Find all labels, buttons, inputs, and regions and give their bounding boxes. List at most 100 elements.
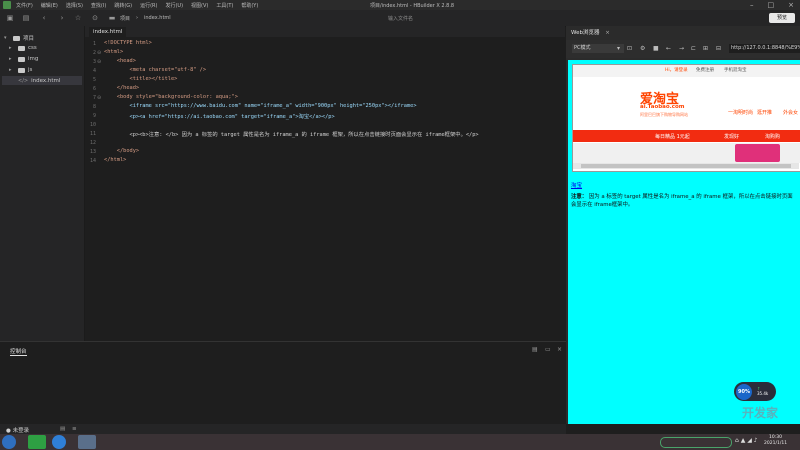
folder-icon[interactable]: ▬ — [108, 14, 116, 22]
url-input[interactable]: http://127.0.0.1:8848/%E9% — [729, 44, 800, 53]
tree-item-img[interactable]: ▸ img — [9, 56, 38, 62]
tree-item-label: 项目 — [23, 36, 35, 42]
menu-select[interactable]: 选择(S) — [66, 2, 83, 9]
menu-publish[interactable]: 发行(U) — [165, 2, 183, 9]
stop-icon[interactable]: ■ — [653, 45, 659, 52]
maximize-panel-icon[interactable]: ▭ — [545, 346, 551, 353]
code-editor[interactable] — [85, 37, 565, 341]
scrollbar-thumb[interactable] — [581, 164, 791, 168]
status-bar: ● 未登录 ▤ ≡ — [0, 424, 566, 434]
close-icon[interactable]: × — [788, 1, 794, 9]
tab-web-browser-label: Web浏览器 — [571, 30, 600, 36]
chevron-right-icon: ▸ — [9, 56, 12, 62]
note-text: 因为 a 标签的 target 属性是名为 iframe_a 的 iframe … — [571, 194, 793, 208]
code-line-4: <meta charset="utf-8" /> — [104, 67, 207, 73]
forward-icon[interactable]: → — [679, 45, 684, 52]
notification-icon[interactable]: ▤ — [60, 426, 65, 432]
login-link[interactable]: Hi，请登录 — [665, 67, 688, 73]
chevron-right-icon: ▸ — [9, 67, 12, 73]
app-logo-icon — [3, 1, 11, 9]
start-menu-icon[interactable] — [2, 435, 16, 449]
menu-edit[interactable]: 编辑(E) — [41, 2, 58, 9]
fold-icon[interactable]: ⊖ — [97, 50, 101, 56]
iframe-link[interactable]: 逛开推 — [757, 109, 772, 116]
new-file-icon[interactable]: ▣ — [6, 14, 14, 22]
preview-button[interactable]: 预览 — [769, 13, 795, 23]
menu-bar: 文件(F) 编辑(E) 选择(S) 查找(I) 跳转(G) 运行(R) 发行(U… — [16, 2, 258, 9]
forward-icon[interactable]: › — [58, 14, 66, 22]
refresh-icon[interactable]: ⊏ — [691, 45, 696, 52]
save-icon[interactable]: ▤ — [22, 14, 30, 22]
clear-console-icon[interactable]: ▤ — [532, 346, 538, 353]
editor-tab-bar — [85, 26, 565, 37]
dropdown-icon[interactable]: ▾ — [617, 45, 620, 52]
line-number: 3 — [92, 59, 96, 65]
project-sidebar — [0, 26, 85, 341]
menu-goto[interactable]: 跳转(G) — [114, 2, 132, 9]
register-link[interactable]: 免费注册 — [696, 67, 714, 73]
back-icon[interactable]: ‹ — [40, 14, 48, 22]
screenshot-icon[interactable]: ⊡ — [627, 45, 632, 52]
close-tab-icon[interactable]: × — [605, 30, 610, 36]
run-icon[interactable]: ⊙ — [91, 14, 99, 22]
nav-item[interactable]: 发现好 — [724, 133, 739, 140]
line-number: 6 — [92, 86, 96, 92]
tab-console[interactable]: 控制台 — [10, 347, 27, 356]
nav-item[interactable]: 淘购购 — [765, 133, 780, 140]
close-panel-icon[interactable]: × — [557, 346, 562, 353]
tree-item-project[interactable]: ▾ 项目 — [4, 34, 34, 42]
minimize-icon[interactable]: – — [750, 1, 754, 9]
note-paragraph: 注意： 因为 a 标签的 target 属性是名为 iframe_a 的 ifr… — [571, 194, 795, 209]
line-number: 7 — [92, 95, 96, 101]
line-number: 4 — [92, 68, 96, 74]
nav-item[interactable]: 每日精品 1元起 — [655, 133, 690, 140]
tree-item-js[interactable]: ▸ js — [9, 67, 32, 73]
tree-item-css[interactable]: ▸ css — [9, 45, 37, 51]
line-number: 13 — [89, 149, 96, 155]
code-line-3: <head> — [104, 58, 136, 64]
tray-widget[interactable] — [660, 437, 732, 448]
line-number: 5 — [92, 77, 96, 83]
file-search-input[interactable]: 输入文件名 — [388, 15, 568, 23]
watermark: 开发家 — [742, 406, 779, 420]
browser-taskbar-icon[interactable] — [52, 435, 66, 449]
hbuilder-taskbar-icon[interactable] — [28, 435, 46, 449]
folder-icon — [13, 35, 20, 41]
menu-file[interactable]: 文件(F) — [16, 2, 33, 9]
fold-icon[interactable]: ⊖ — [97, 59, 101, 65]
back-icon[interactable]: ← — [666, 45, 671, 52]
code-line-8: <iframe src="https://www.baidu.com" name… — [104, 103, 417, 109]
tray-icons[interactable]: ⌂ ▲ ◢ ♪ — [735, 437, 758, 444]
tree-item-index-html[interactable]: </> index.html — [2, 76, 82, 85]
folder-icon — [18, 67, 25, 73]
menu-view[interactable]: 视图(V) — [191, 2, 208, 9]
breadcrumb-project[interactable]: 项目 — [120, 15, 130, 22]
window-controls: – □ × — [750, 1, 794, 9]
code-line-13: </body> — [104, 148, 140, 154]
tab-web-browser[interactable]: Web浏览器 × — [571, 28, 610, 36]
fold-icon[interactable]: ⊖ — [97, 95, 101, 101]
devtools-icon[interactable]: ⊞ — [703, 45, 708, 52]
menu-find[interactable]: 查找(I) — [91, 2, 106, 9]
explorer-taskbar-icon[interactable] — [78, 435, 96, 449]
code-line-14: </html> — [104, 157, 127, 163]
menu-help[interactable]: 帮助(Y) — [241, 2, 258, 9]
mobile-link[interactable]: 手机逛淘宝 — [724, 67, 747, 73]
breadcrumb: 项目 › — [120, 15, 138, 22]
menu-run[interactable]: 运行(R) — [140, 2, 157, 9]
list-icon[interactable]: ≡ — [72, 426, 77, 432]
settings-icon[interactable]: ⚙ — [640, 45, 645, 52]
taskbar-clock[interactable]: 10:30 2021/1/11 — [764, 435, 787, 447]
iframe-link[interactable]: 一淘明时尚 — [728, 109, 753, 116]
window-title: 项目/index.html - HBuilder X 2.8.8 — [370, 3, 455, 9]
menu-tools[interactable]: 工具(T) — [216, 2, 233, 9]
breadcrumb-file[interactable]: index.html — [144, 15, 171, 21]
star-icon[interactable]: ☆ — [74, 14, 82, 22]
tree-item-label: js — [28, 67, 33, 73]
fullscreen-icon[interactable]: ⊟ — [716, 45, 721, 52]
login-status[interactable]: ● 未登录 — [6, 426, 29, 434]
taobao-link[interactable]: 淘宝 — [571, 181, 582, 189]
maximize-icon[interactable]: □ — [768, 1, 775, 9]
iframe-link[interactable]: 外会女 — [783, 109, 798, 116]
line-number: 12 — [89, 140, 96, 146]
